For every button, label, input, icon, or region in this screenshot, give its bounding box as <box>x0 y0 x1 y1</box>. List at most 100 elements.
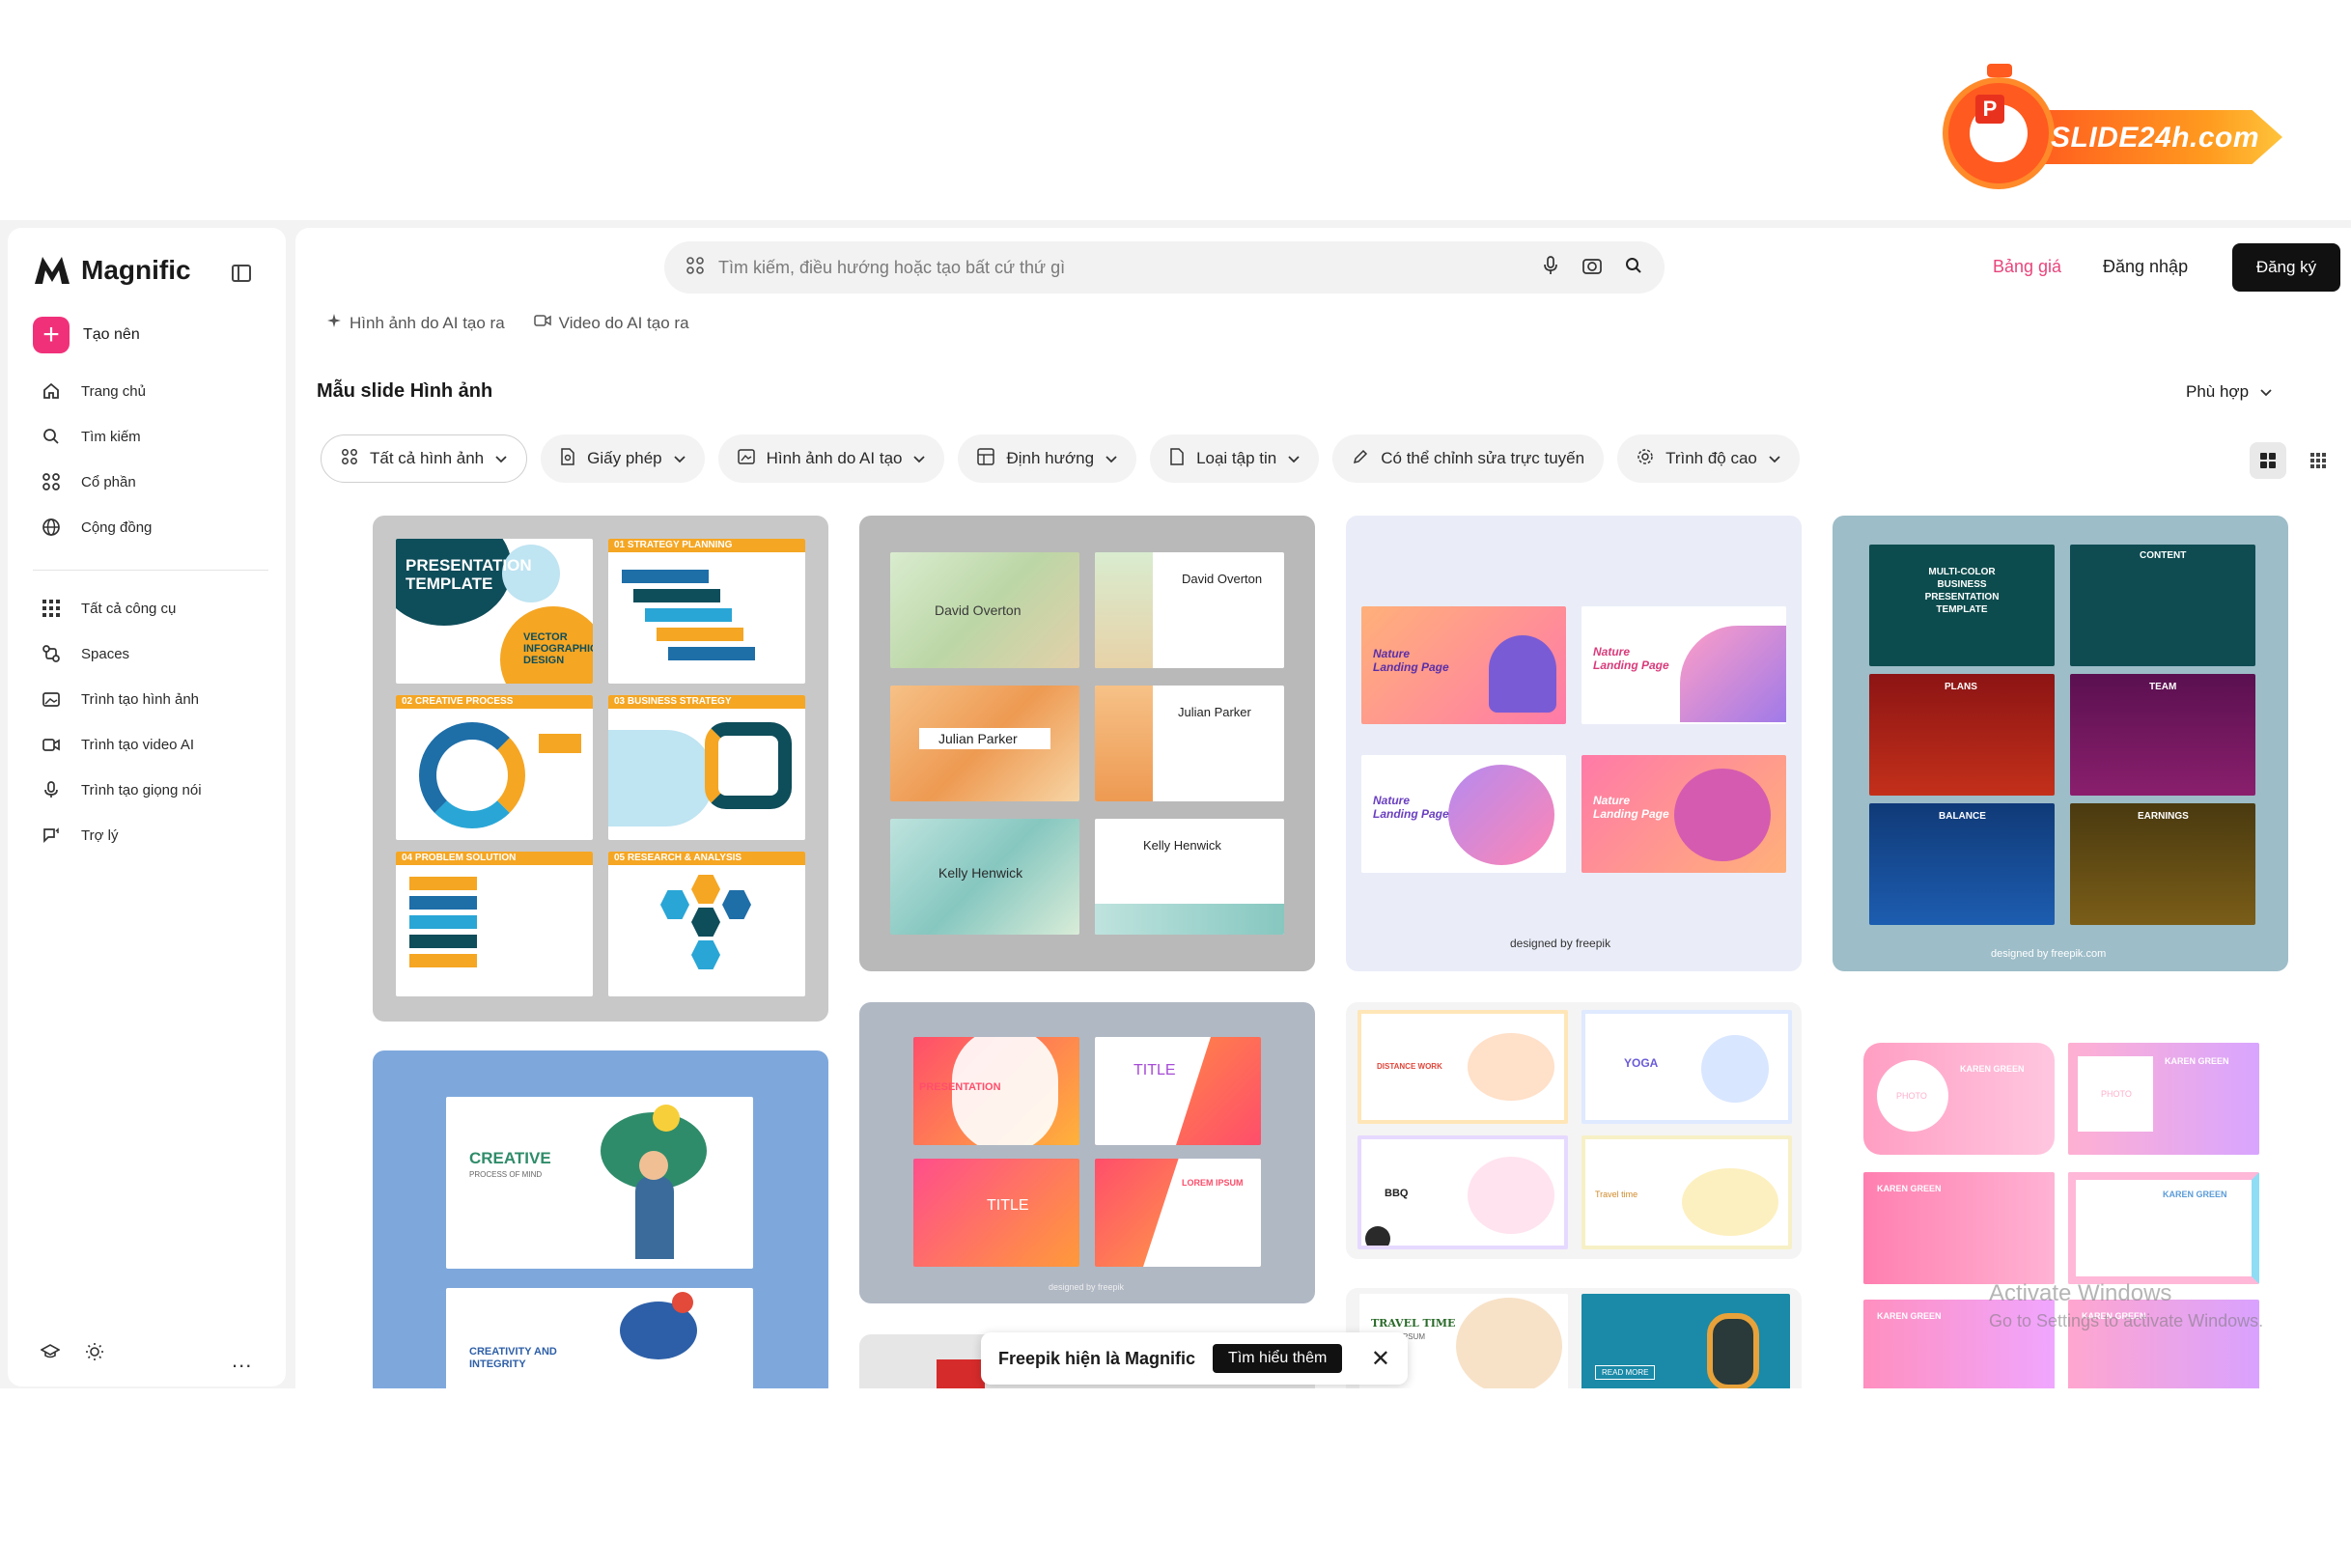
template-card[interactable]: MULTI-COLOR BUSINESS PRESENTATION TEMPLA… <box>1833 516 2288 971</box>
filter-bar: Tất cả hình ảnh Giấy phép Hình ảnh do AI… <box>321 434 1800 483</box>
sidebar-item-all-tools[interactable]: Tất cả công cụ <box>41 598 176 619</box>
template-card[interactable]: CREATIVE PROCESS OF MIND CREATIVITY AND … <box>373 1050 828 1388</box>
sidebar-item-spaces[interactable]: Spaces <box>41 643 129 664</box>
bottom-band <box>0 1388 2351 1568</box>
slide-thumbnail: YOGA <box>1581 1010 1792 1124</box>
search-submit-icon[interactable] <box>1624 256 1643 280</box>
business-card-front: PHOTO KAREN GREEN <box>1863 1043 2055 1155</box>
landing-title: Nature Landing Page <box>1373 647 1449 674</box>
activate-subtitle: Go to Settings to activate Windows. <box>1989 1311 2264 1330</box>
premium-crown-icon <box>1365 1226 1390 1246</box>
video-icon <box>533 313 551 333</box>
filter-editable-online[interactable]: Có thể chỉnh sửa trực tuyến <box>1332 434 1605 483</box>
video-icon <box>41 734 62 755</box>
slide-thumbnail: READ MORE <box>1581 1294 1790 1388</box>
plus-icon: + <box>33 317 70 353</box>
template-card[interactable]: PRESENTATION TEMPLATE VECTOR INFOGRAPHIC… <box>373 516 828 1022</box>
filter-label: Giấy phép <box>587 449 662 467</box>
filter-ai-generated[interactable]: Hình ảnh do AI tạo <box>717 434 945 483</box>
card-name: KAREN GREEN <box>2165 1056 2229 1066</box>
search-icon <box>41 426 62 447</box>
sidebar-item-label: Cổ phần <box>81 473 136 490</box>
more-options-icon[interactable]: ... <box>232 1348 252 1373</box>
template-card[interactable]: PRESENTATION TITLE TITLE LOREM IPSUM des… <box>859 1002 1315 1303</box>
freepik-credit: designed by freepik <box>1049 1282 1125 1292</box>
slide-thumbnail: 04 PROBLEM SOLUTION <box>396 852 593 996</box>
slide-thumbnail: 01 STRATEGY PLANNING <box>608 539 805 684</box>
apps-grid-icon[interactable] <box>686 256 705 280</box>
ai-images-link[interactable]: Hình ảnh do AI tạo ra <box>326 313 505 333</box>
large-grid-view-icon[interactable] <box>2250 442 2286 479</box>
filter-label: Hình ảnh do AI tạo <box>766 449 903 467</box>
slide-subtitle: PROCESS OF MIND <box>469 1170 543 1179</box>
card-name: Julian Parker <box>938 731 1018 746</box>
small-grid-view-icon[interactable] <box>2300 442 2337 479</box>
chevron-down-icon <box>1769 451 1780 466</box>
filter-file-type[interactable]: Loại tập tin <box>1150 434 1320 483</box>
view-toggle <box>2250 442 2337 479</box>
app-window: Magnific + Tạo nên Trang chủ Tìm kiếm Cổ… <box>0 220 2351 1388</box>
sidebar-item-shares[interactable]: Cổ phần <box>41 471 136 492</box>
filter-license[interactable]: Giấy phép <box>541 434 705 483</box>
brand-logo[interactable]: Magnific <box>33 255 191 286</box>
home-icon <box>41 380 62 402</box>
slide-subtitle: VECTOR INFOGRAPHIC DESIGN <box>523 631 593 666</box>
template-card[interactable]: TRAVEL TIME LOREM IPSUM READ MORE <box>1346 1288 1802 1388</box>
learn-more-button[interactable]: Tìm hiểu thêm <box>1213 1344 1343 1373</box>
sidebar-item-video-generator[interactable]: Trình tạo video AI <box>41 734 194 755</box>
sidebar-item-image-generator[interactable]: Trình tạo hình ảnh <box>41 688 199 710</box>
landing-page-thumbnail: Nature Landing Page <box>1581 755 1786 873</box>
slide-thumbnail: MULTI-COLOR BUSINESS PRESENTATION TEMPLA… <box>1869 545 2055 666</box>
sidebar-item-assistant[interactable]: Trợ lý <box>41 825 118 846</box>
slide-title: DISTANCE WORK <box>1377 1062 1442 1071</box>
template-card[interactable]: DISTANCE WORK YOGA BBQ Travel time <box>1346 1002 1802 1259</box>
slide-title: TITLE <box>987 1197 1029 1214</box>
rebrand-notice: Freepik hiện là Magnific Tìm hiểu thêm ✕ <box>981 1332 1408 1385</box>
filter-advanced[interactable]: Trình độ cao <box>1617 434 1800 483</box>
sidebar-item-label: Trình tạo giọng nói <box>81 781 202 798</box>
signup-button[interactable]: Đăng ký <box>2232 243 2340 292</box>
slide-title: CREATIVE <box>469 1149 551 1167</box>
filter-all-images[interactable]: Tất cả hình ảnh <box>321 434 528 483</box>
slide-thumbnail: CONTENT <box>2070 545 2255 666</box>
search-input[interactable]: Tìm kiếm, điều hướng hoặc tạo bất cứ thứ… <box>718 258 1527 278</box>
graduation-cap-icon[interactable] <box>40 1342 61 1366</box>
sidebar-item-label: Tất cả công cụ <box>81 600 177 617</box>
slide-title: 03 BUSINESS STRATEGY <box>614 696 732 707</box>
landing-page-thumbnail: Nature Landing Page <box>1361 606 1566 724</box>
windows-activation-notice: Activate Windows Go to Settings to activ… <box>1989 1280 2263 1331</box>
pricing-link[interactable]: Bảng giá <box>1993 257 2061 277</box>
card-name: David Overton <box>935 602 1022 618</box>
sidebar-item-community[interactable]: Cộng đồng <box>41 517 152 538</box>
login-link[interactable]: Đăng nhập <box>2103 257 2188 277</box>
camera-search-icon[interactable] <box>1581 256 1603 280</box>
page-title: Mẫu slide Hình ảnh <box>317 380 493 402</box>
card-name: KAREN GREEN <box>1877 1311 1942 1321</box>
main-content: Tìm kiếm, điều hướng hoặc tạo bất cứ thứ… <box>295 228 2351 1388</box>
sidebar-item-search[interactable]: Tìm kiếm <box>41 426 141 447</box>
chevron-down-icon <box>495 451 507 466</box>
sort-dropdown[interactable]: Phù hợp <box>2186 382 2272 402</box>
mic-icon <box>41 779 62 800</box>
create-button[interactable]: + Tạo nên <box>33 317 140 353</box>
search-bar[interactable]: Tìm kiếm, điều hướng hoặc tạo bất cứ thứ… <box>664 241 1665 294</box>
slide-title: TEAM <box>2149 682 2177 692</box>
slide-thumbnail: DISTANCE WORK <box>1357 1010 1568 1124</box>
sidebar-item-label: Cộng đồng <box>81 518 153 536</box>
microphone-icon[interactable] <box>1541 255 1560 281</box>
ai-video-link[interactable]: Video do AI tạo ra <box>533 313 689 333</box>
card-name: KAREN GREEN <box>1877 1184 1942 1193</box>
slide-title: EARNINGS <box>2138 811 2189 822</box>
sidebar-item-home[interactable]: Trang chủ <box>41 380 146 402</box>
card-name: Julian Parker <box>1178 705 1251 719</box>
collapse-sidebar-icon[interactable] <box>232 265 251 282</box>
template-card[interactable]: David Overton David Overton Julian Parke… <box>859 516 1315 971</box>
theme-sun-icon[interactable] <box>85 1342 104 1366</box>
landing-title: Nature Landing Page <box>1593 794 1669 821</box>
template-card[interactable]: Nature Landing Page Nature Landing Page … <box>1346 516 1802 971</box>
filter-label: Định hướng <box>1006 449 1095 467</box>
close-icon[interactable]: ✕ <box>1371 1345 1390 1373</box>
sidebar-item-voice-generator[interactable]: Trình tạo giọng nói <box>41 779 202 800</box>
filter-orientation[interactable]: Định hướng <box>958 434 1137 483</box>
sidebar-divider <box>33 570 268 571</box>
